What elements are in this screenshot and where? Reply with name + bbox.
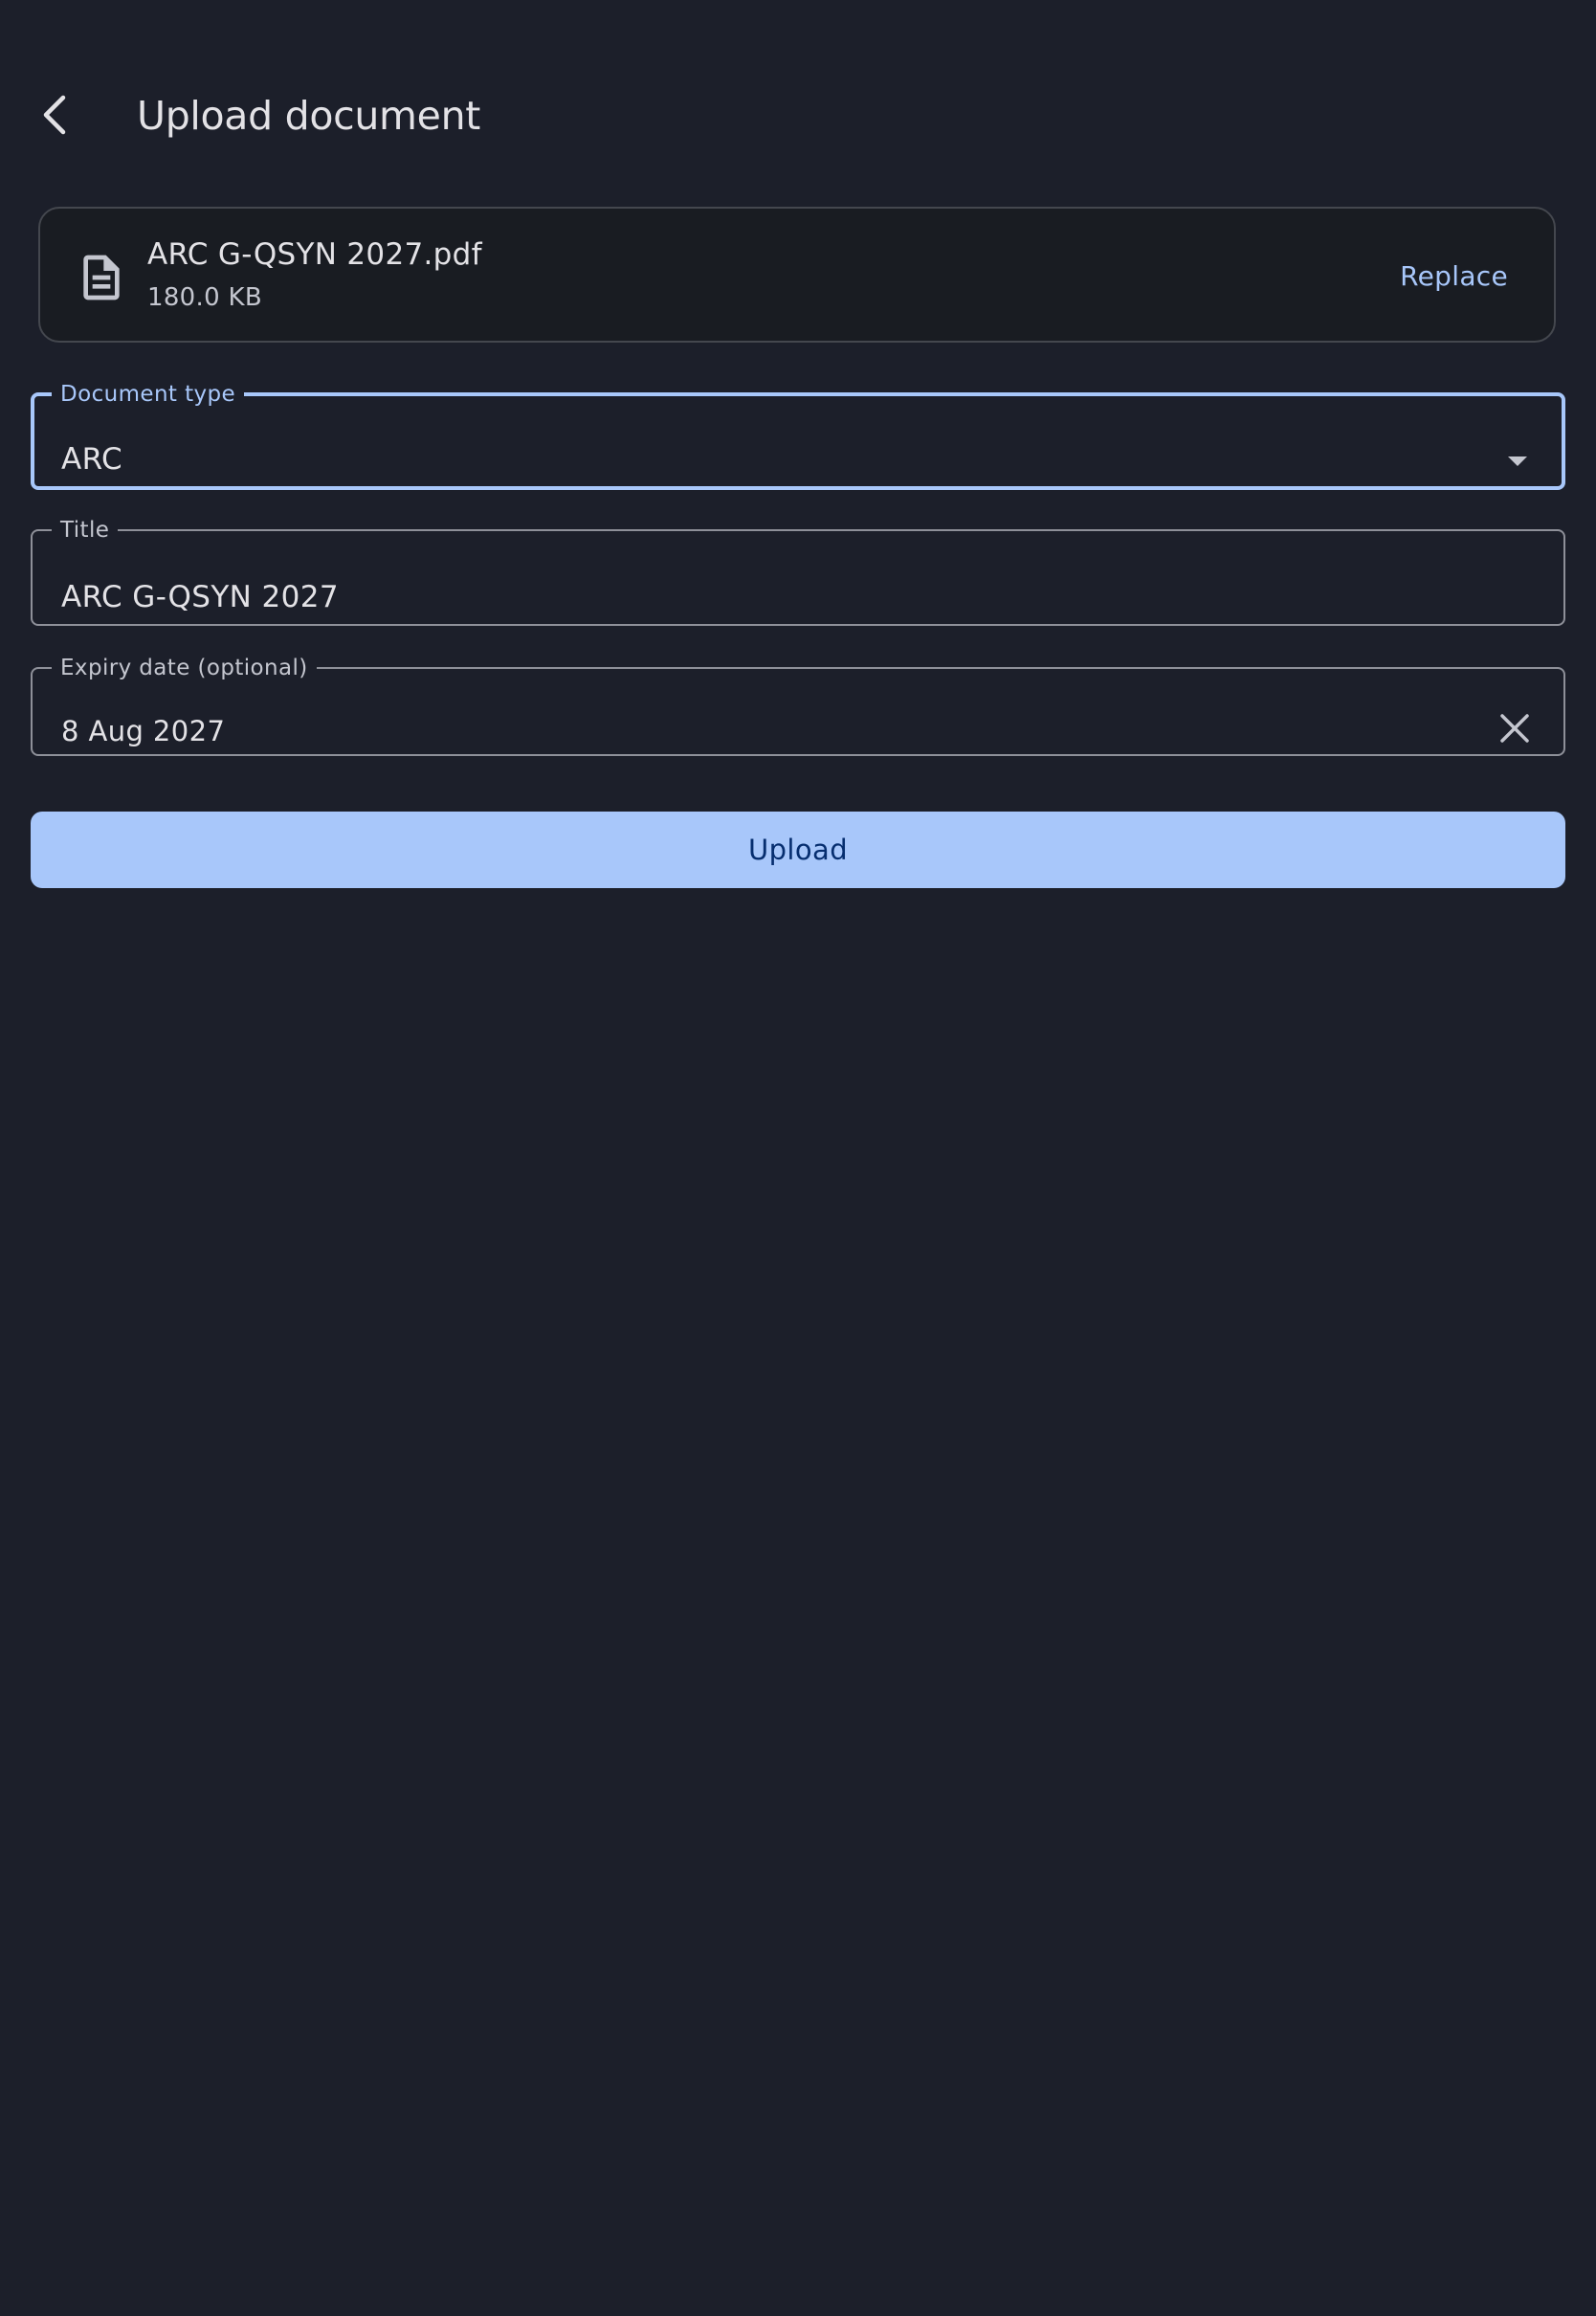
document-type-label: Document type <box>60 382 236 407</box>
document-icon <box>83 255 120 301</box>
selected-file-card: ARC G-QSYN 2027.pdf 180.0 KB Replace <box>38 207 1556 343</box>
title-label: Title <box>60 518 110 543</box>
top-app-bar: Upload document <box>0 57 1596 174</box>
clear-date-button[interactable] <box>1491 704 1539 752</box>
expiry-date-field[interactable]: Expiry date (optional) 8 Aug 2027 <box>31 657 1565 756</box>
dropdown-arrow-icon[interactable] <box>1504 448 1531 475</box>
file-size: 180.0 KB <box>147 283 262 312</box>
page-title: Upload document <box>137 93 481 139</box>
close-icon <box>1500 714 1529 743</box>
title-value: ARC G-QSYN 2027 <box>61 580 339 614</box>
expiry-date-label: Expiry date (optional) <box>60 656 308 680</box>
expiry-date-value: 8 Aug 2027 <box>61 715 226 747</box>
file-name: ARC G-QSYN 2027.pdf <box>147 237 482 272</box>
upload-button[interactable]: Upload <box>31 812 1565 888</box>
document-type-select[interactable]: Document type ARC <box>31 383 1565 490</box>
replace-file-button[interactable]: Replace <box>1400 253 1508 301</box>
arrow-back-icon <box>43 95 66 135</box>
back-button[interactable] <box>25 84 86 145</box>
document-type-value: ARC <box>61 442 123 477</box>
title-field[interactable]: Title ARC G-QSYN 2027 <box>31 519 1565 626</box>
